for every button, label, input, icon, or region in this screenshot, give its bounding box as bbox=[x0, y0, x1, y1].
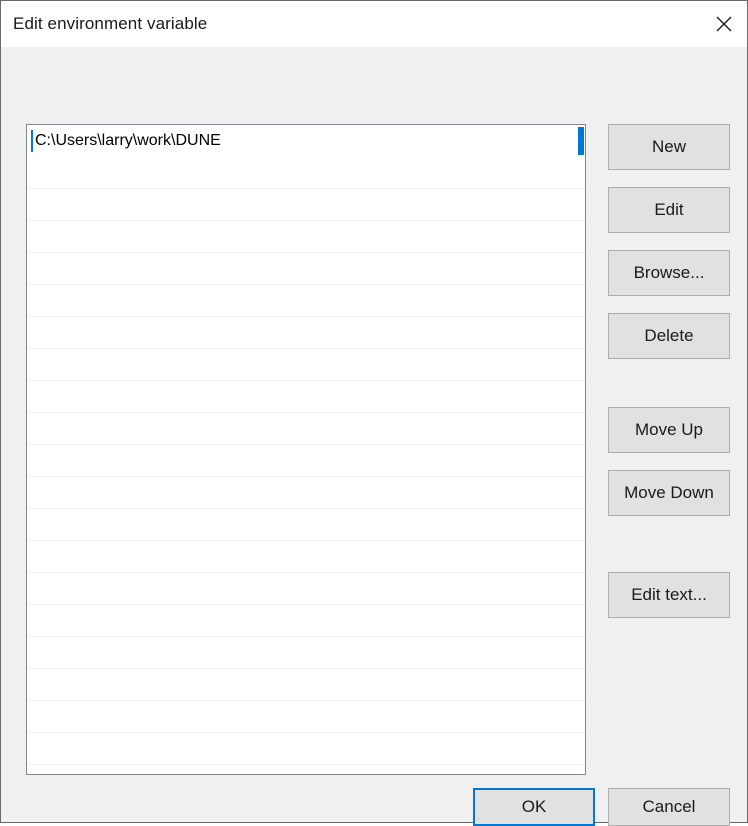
dialog-body: C:\Users\larry\work\DUNE New Edit Browse..… bbox=[1, 48, 747, 826]
list-item[interactable] bbox=[27, 253, 585, 285]
text-caret bbox=[31, 129, 33, 152]
list-item[interactable] bbox=[27, 317, 585, 349]
ok-button[interactable]: OK bbox=[473, 788, 595, 826]
list-item[interactable] bbox=[27, 221, 585, 253]
titlebar: Edit environment variable bbox=[1, 1, 747, 48]
paths-listbox[interactable]: C:\Users\larry\work\DUNE bbox=[26, 124, 586, 775]
edit-environment-variable-dialog: Edit environment variable C:\Users\larry… bbox=[0, 0, 748, 826]
browse-button[interactable]: Browse... bbox=[608, 250, 730, 296]
move-up-button[interactable]: Move Up bbox=[608, 407, 730, 453]
row-edit-accent bbox=[578, 126, 584, 155]
path-edit-value: C:\Users\larry\work\DUNE bbox=[35, 131, 221, 149]
list-item[interactable] bbox=[27, 573, 585, 605]
close-icon bbox=[716, 16, 731, 32]
list-item[interactable] bbox=[27, 637, 585, 669]
edit-button[interactable]: Edit bbox=[608, 187, 730, 233]
window-title: Edit environment variable bbox=[13, 14, 208, 33]
edit-text-button[interactable]: Edit text... bbox=[608, 572, 730, 618]
list-item[interactable] bbox=[27, 381, 585, 413]
delete-button[interactable]: Delete bbox=[608, 313, 730, 359]
path-edit-field[interactable]: C:\Users\larry\work\DUNE bbox=[27, 125, 585, 157]
list-item[interactable] bbox=[27, 445, 585, 477]
list-item[interactable] bbox=[27, 477, 585, 509]
close-button[interactable] bbox=[700, 1, 747, 47]
list-item[interactable] bbox=[27, 413, 585, 445]
move-down-button[interactable]: Move Down bbox=[608, 470, 730, 516]
list-item[interactable] bbox=[27, 541, 585, 573]
list-item[interactable] bbox=[27, 189, 585, 221]
side-button-group: New Edit Browse... Delete Move Up Move Down Ed… bbox=[608, 124, 730, 618]
list-item[interactable] bbox=[27, 509, 585, 541]
list-item[interactable] bbox=[27, 669, 585, 701]
list-item[interactable] bbox=[27, 157, 585, 189]
list-item[interactable]: C:\Users\larry\work\DUNE bbox=[27, 125, 585, 157]
cancel-button[interactable]: Cancel bbox=[608, 788, 730, 826]
new-button[interactable]: New bbox=[608, 124, 730, 170]
list-item[interactable] bbox=[27, 349, 585, 381]
list-item[interactable] bbox=[27, 285, 585, 317]
dialog-footer: OK Cancel bbox=[1, 726, 747, 826]
list-item[interactable] bbox=[27, 605, 585, 637]
